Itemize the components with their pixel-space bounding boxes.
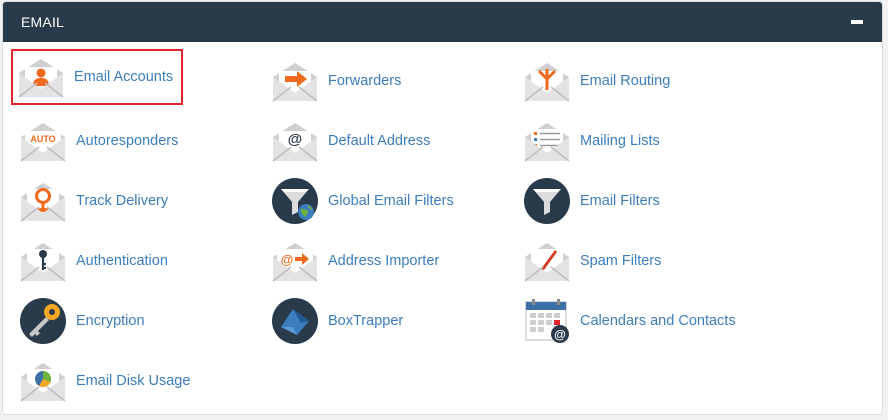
mailing-lists-icon: [523, 117, 571, 165]
autoresponders-label: Autoresponders: [76, 133, 179, 149]
boxtrapper-icon: [271, 297, 319, 345]
minus-icon[interactable]: [850, 15, 864, 29]
autoresponders-link[interactable]: AUTO Autoresponders: [13, 113, 213, 169]
email-panel: EMAIL Email Accounts Forwarders Email Ro…: [2, 1, 883, 415]
email-routing-icon: [523, 57, 571, 105]
spam-filters-label: Spam Filters: [580, 253, 662, 269]
mailing-lists-label: Mailing Lists: [580, 133, 660, 149]
forwarders-link[interactable]: Forwarders: [265, 53, 465, 109]
email-filters-label: Email Filters: [580, 193, 660, 209]
calendars-contacts-icon: @: [523, 297, 571, 345]
mailing-lists-link[interactable]: Mailing Lists: [517, 113, 717, 169]
address-importer-link[interactable]: @ Address Importer: [265, 233, 465, 289]
authentication-icon: [19, 237, 67, 285]
email-filters-link[interactable]: Email Filters: [517, 173, 717, 229]
email-disk-usage-link[interactable]: Email Disk Usage: [13, 353, 213, 409]
calendars-contacts-link[interactable]: @ Calendars and Contacts: [517, 293, 757, 349]
email-disk-usage-label: Email Disk Usage: [76, 373, 191, 389]
encryption-link[interactable]: Encryption: [13, 293, 213, 349]
email-filters-icon: [523, 177, 571, 225]
panel-header[interactable]: EMAIL: [3, 2, 882, 42]
svg-text:@: @: [554, 328, 566, 342]
forwarders-icon: [271, 57, 319, 105]
default-address-icon: @: [271, 117, 319, 165]
forwarders-label: Forwarders: [328, 73, 402, 89]
default-address-link[interactable]: @ Default Address: [265, 113, 465, 169]
address-importer-icon: @: [271, 237, 319, 285]
global-email-filters-label: Global Email Filters: [328, 193, 454, 209]
spam-filters-icon: [523, 237, 571, 285]
encryption-icon: [19, 297, 67, 345]
panel-title: EMAIL: [21, 14, 65, 30]
calendars-contacts-label: Calendars and Contacts: [580, 313, 736, 329]
autoresponders-icon-text: AUTO: [30, 134, 55, 144]
boxtrapper-link[interactable]: BoxTrapper: [265, 293, 465, 349]
email-accounts-label: Email Accounts: [74, 69, 174, 85]
boxtrapper-label: BoxTrapper: [328, 313, 404, 329]
email-disk-usage-icon: [19, 357, 67, 405]
encryption-label: Encryption: [76, 313, 145, 329]
email-routing-label: Email Routing: [580, 73, 671, 89]
email-routing-link[interactable]: Email Routing: [517, 53, 717, 109]
authentication-link[interactable]: Authentication: [13, 233, 213, 289]
track-delivery-icon: [19, 177, 67, 225]
address-importer-label: Address Importer: [328, 253, 440, 269]
autoresponders-icon: AUTO: [19, 117, 67, 165]
global-email-filters-link[interactable]: Global Email Filters: [265, 173, 485, 229]
track-delivery-label: Track Delivery: [76, 193, 169, 209]
track-delivery-link[interactable]: Track Delivery: [13, 173, 213, 229]
svg-text:@: @: [288, 131, 303, 148]
spam-filters-link[interactable]: Spam Filters: [517, 233, 717, 289]
email-accounts-icon: [17, 53, 65, 101]
global-email-filters-icon: [271, 177, 319, 225]
default-address-label: Default Address: [328, 133, 431, 149]
authentication-label: Authentication: [76, 253, 168, 269]
email-accounts-link[interactable]: Email Accounts: [11, 49, 183, 105]
